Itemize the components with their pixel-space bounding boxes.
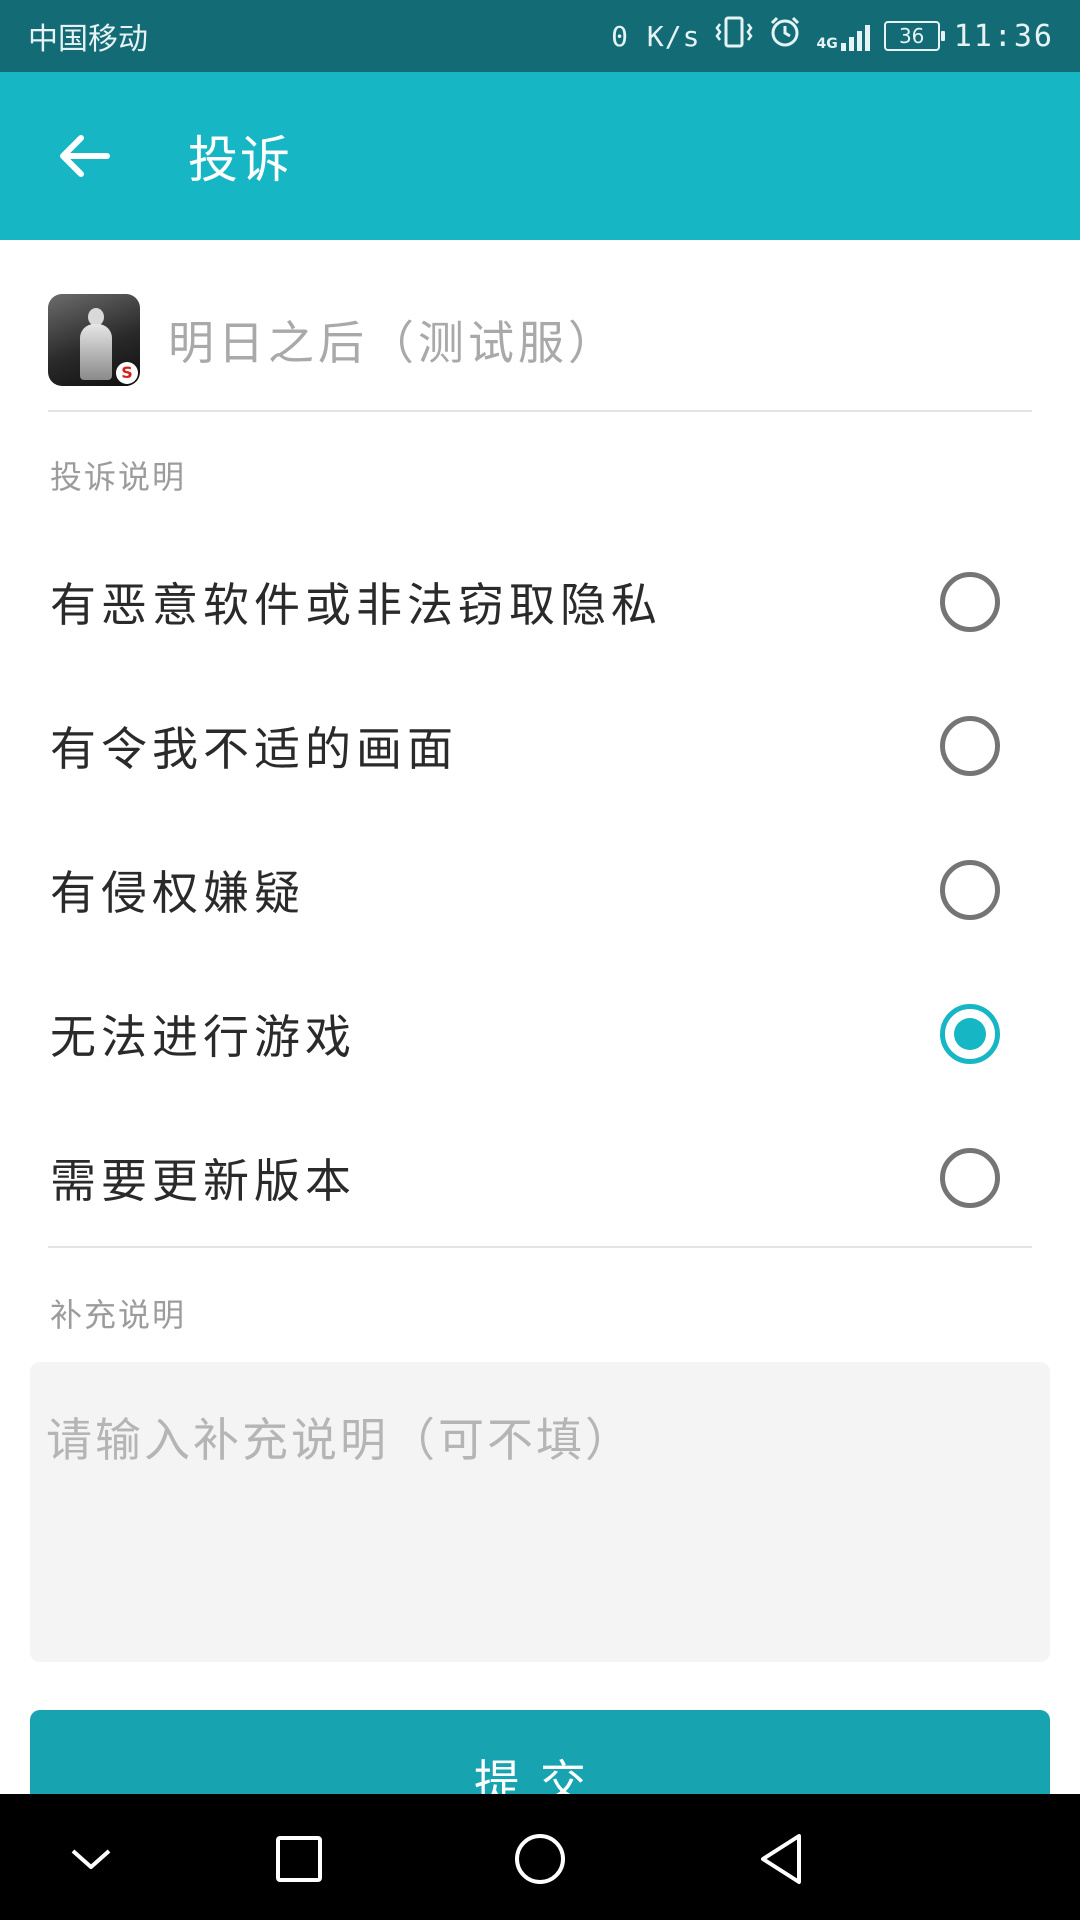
back-nav-button[interactable]: [736, 1814, 826, 1904]
home-icon: [515, 1834, 565, 1884]
radio-button[interactable]: [940, 716, 1000, 776]
option-malware[interactable]: 有恶意软件或非法窃取隐私: [50, 530, 1032, 674]
alarm-icon: [768, 15, 802, 57]
back-triangle-icon: [761, 1834, 801, 1884]
radio-button[interactable]: [940, 1148, 1000, 1208]
supplement-input[interactable]: [30, 1362, 1050, 1662]
option-label: 有恶意软件或非法窃取隐私: [50, 578, 662, 632]
option-label: 无法进行游戏: [50, 1010, 356, 1064]
complaint-section-label: 投诉说明: [50, 458, 187, 496]
nav-bar: [0, 1794, 1080, 1920]
back-button[interactable]: [28, 101, 138, 211]
recent-apps-icon: [276, 1836, 322, 1882]
radio-button[interactable]: [940, 572, 1000, 632]
recent-apps-button[interactable]: [254, 1814, 344, 1904]
option-cannot-play[interactable]: 无法进行游戏: [50, 962, 1032, 1106]
carrier-label: 中国移动: [28, 22, 148, 57]
home-button[interactable]: [495, 1814, 585, 1904]
option-label: 有侵权嫌疑: [50, 866, 305, 920]
complaint-options: 有恶意软件或非法窃取隐私 有令我不适的画面 有侵权嫌疑 无法进行游戏 需要更新版…: [50, 530, 1032, 1250]
signal-icon: 4G: [816, 21, 870, 52]
game-icon: S: [48, 294, 140, 386]
status-icons: 0 K/s 4G 36 11:36: [611, 15, 1054, 57]
divider: [48, 1246, 1032, 1248]
radio-button[interactable]: [940, 860, 1000, 920]
option-label: 有令我不适的画面: [50, 722, 458, 776]
game-info: S 明日之后（测试服）: [48, 294, 1032, 412]
option-label: 需要更新版本: [50, 1154, 356, 1208]
battery-icon: 36: [883, 21, 945, 51]
option-infringement[interactable]: 有侵权嫌疑: [50, 818, 1032, 962]
clock: 11:36: [953, 18, 1054, 54]
arrow-left-icon: [60, 135, 110, 177]
game-name: 明日之后（测试服）: [168, 316, 618, 370]
option-discomfort[interactable]: 有令我不适的画面: [50, 674, 1032, 818]
collapse-chevron-icon: [71, 1849, 111, 1869]
publisher-badge: S: [116, 362, 138, 384]
screen: 中国移动 0 K/s 4G 36 11:36 投诉 S 明日之后（测试服） 投诉…: [0, 0, 1080, 1920]
vibrate-icon: [714, 15, 754, 57]
app-bar: 投诉: [0, 72, 1080, 240]
radio-button-selected[interactable]: [940, 1004, 1000, 1064]
page-title: 投诉: [188, 131, 292, 189]
supplement-section-label: 补充说明: [50, 1296, 187, 1334]
status-bar: 中国移动 0 K/s 4G 36 11:36: [0, 0, 1080, 72]
collapse-button[interactable]: [46, 1814, 136, 1904]
network-type: 4G: [816, 36, 838, 52]
net-speed: 0 K/s: [611, 19, 701, 53]
option-needs-update[interactable]: 需要更新版本: [50, 1106, 1032, 1250]
